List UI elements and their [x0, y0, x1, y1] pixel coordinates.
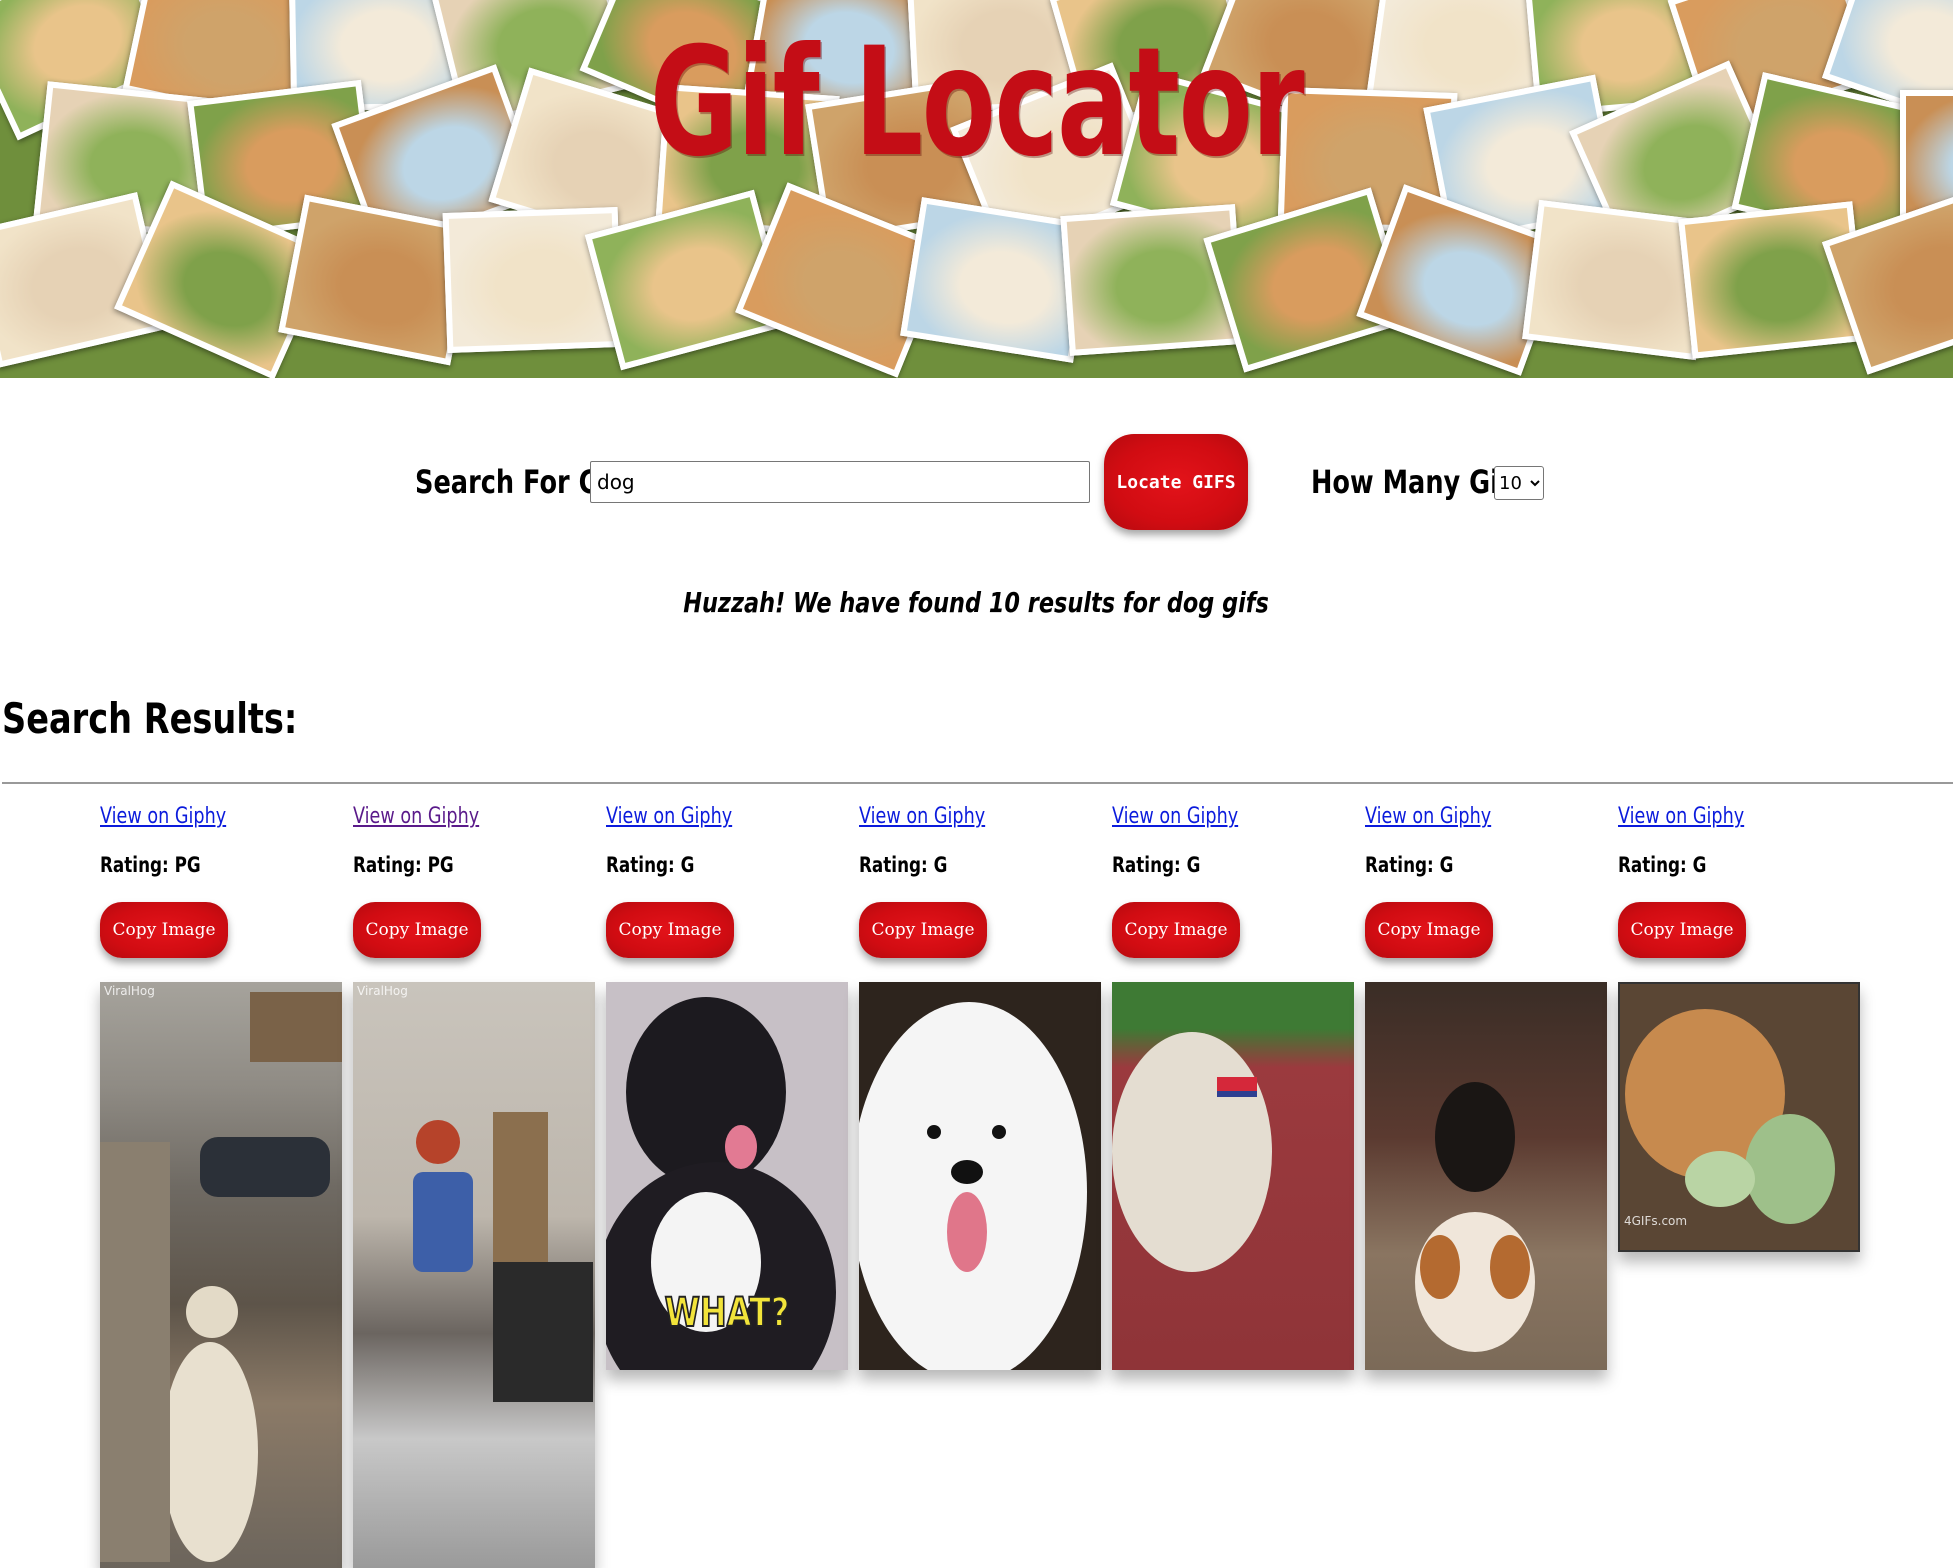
- gif-illustration: [1415, 1082, 1535, 1352]
- gif-image[interactable]: WHAT?: [606, 982, 848, 1370]
- gif-illustration: [1112, 1032, 1272, 1272]
- gif-watermark: 4GIFs.com: [1624, 1214, 1688, 1228]
- view-on-giphy-link[interactable]: View on Giphy: [606, 800, 800, 834]
- copy-image-button[interactable]: Copy Image: [353, 902, 481, 958]
- page-title: Gif Locator: [649, 16, 1305, 190]
- view-on-giphy-link[interactable]: View on Giphy: [1618, 800, 1812, 834]
- gif-image[interactable]: [1112, 982, 1354, 1370]
- header-banner: Gif Locator: [0, 0, 1953, 378]
- copy-image-button[interactable]: Copy Image: [1112, 902, 1240, 958]
- result-card: View on Giphy Rating: PG Copy Image Vira…: [353, 800, 595, 1568]
- result-card: View on Giphy Rating: G Copy Image: [1112, 800, 1354, 1370]
- copy-image-button[interactable]: Copy Image: [606, 902, 734, 958]
- dog-photo: [1066, 210, 1239, 350]
- copy-image-button[interactable]: Copy Image: [1365, 902, 1493, 958]
- search-input[interactable]: [590, 461, 1090, 503]
- result-card: View on Giphy Rating: G Copy Image 4GIFs…: [1618, 800, 1860, 1252]
- copy-image-button[interactable]: Copy Image: [1618, 902, 1746, 958]
- gif-illustration: [100, 992, 342, 1562]
- view-on-giphy-link[interactable]: View on Giphy: [859, 800, 1053, 834]
- rating-label: Rating: G: [1618, 853, 1707, 877]
- rating-label: Rating: G: [606, 853, 695, 877]
- gif-image[interactable]: [859, 982, 1101, 1370]
- collage-photo: [442, 206, 623, 354]
- copy-image-button[interactable]: Copy Image: [859, 902, 987, 958]
- gif-caption: WHAT?: [664, 1289, 790, 1337]
- view-on-giphy-link[interactable]: View on Giphy: [1365, 800, 1559, 834]
- gif-image[interactable]: 4GIFs.com: [1618, 982, 1860, 1252]
- divider: [2, 782, 1953, 784]
- gif-count-select[interactable]: 10: [1494, 466, 1544, 500]
- view-on-giphy-link[interactable]: View on Giphy: [1112, 800, 1306, 834]
- gif-illustration: [859, 1002, 1087, 1370]
- results-status-text: Huzzah! We have found 10 results for dog…: [683, 586, 1270, 619]
- rating-label: Rating: G: [1112, 853, 1201, 877]
- gif-image[interactable]: [1365, 982, 1607, 1370]
- result-card: View on Giphy Rating: G Copy Image: [1365, 800, 1607, 1370]
- search-form: Search For Gif: Locate GIFS How Many Gif…: [0, 430, 1953, 540]
- results-status-message: Huzzah! We have found 10 results for dog…: [0, 586, 1953, 619]
- copy-image-button[interactable]: Copy Image: [100, 902, 228, 958]
- result-card: View on Giphy Rating: PG Copy Image Vira…: [100, 800, 342, 1568]
- locate-gifs-button[interactable]: Locate GIFS: [1104, 434, 1248, 530]
- rating-label: Rating: PG: [100, 853, 201, 877]
- dog-photo: [1684, 207, 1861, 353]
- gif-illustration: [1625, 1009, 1835, 1224]
- rating-label: Rating: G: [859, 853, 948, 877]
- view-on-giphy-link[interactable]: View on Giphy: [353, 800, 547, 834]
- view-on-giphy-link[interactable]: View on Giphy: [100, 800, 294, 834]
- search-results-heading: Search Results:: [2, 694, 298, 743]
- result-card: View on Giphy Rating: G Copy Image WHAT?: [606, 800, 848, 1370]
- gif-illustration: [413, 1112, 593, 1402]
- gif-image[interactable]: ViralHog: [353, 982, 595, 1568]
- rating-label: Rating: PG: [353, 853, 454, 877]
- rating-label: Rating: G: [1365, 853, 1454, 877]
- gif-image[interactable]: ViralHog: [100, 982, 342, 1568]
- result-card: View on Giphy Rating: G Copy Image: [859, 800, 1101, 1370]
